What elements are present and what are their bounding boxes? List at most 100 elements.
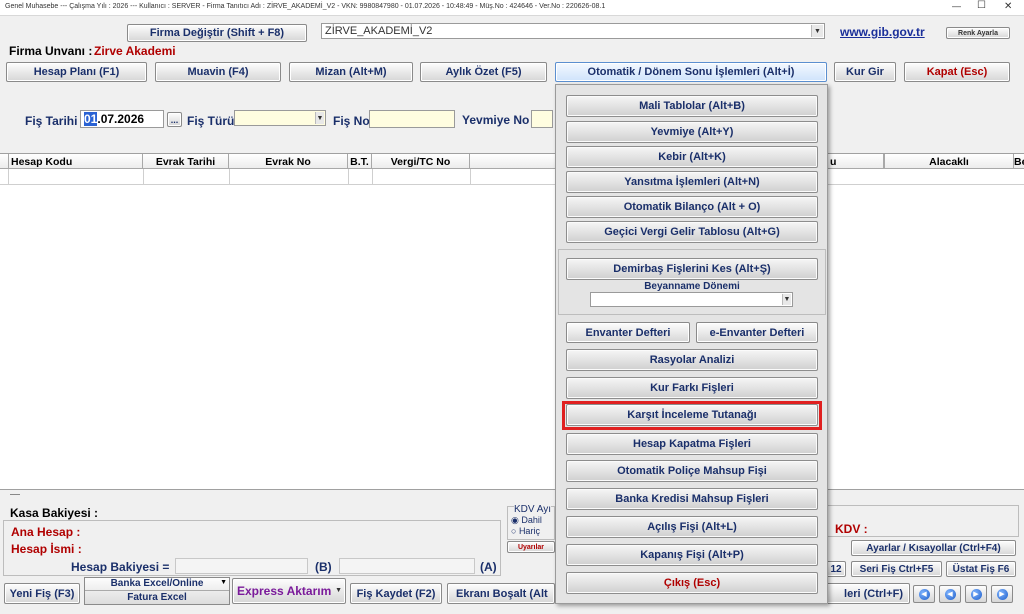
menu-yevmiye[interactable]: Yevmiye (Alt+Y) [566, 121, 818, 143]
menu-yansitma-islemleri[interactable]: Yansıtma İşlemleri (Alt+N) [566, 171, 818, 193]
nav-first-icon: ◀ [918, 588, 930, 600]
f12-partial-button[interactable]: 12 [826, 561, 846, 577]
hesap-bakiyesi-b-field [175, 558, 308, 574]
date-picker-button[interactable]: ... [167, 112, 182, 127]
menu-kur-farki-fisleri[interactable]: Kur Farkı Fişleri [566, 377, 818, 399]
renk-ayarla-button[interactable]: Renk Ayarla [946, 27, 1010, 39]
col-header-bt[interactable]: B.T. [348, 154, 372, 169]
maximize-icon[interactable]: ☐ [977, 0, 986, 11]
a-label: (A) [480, 560, 497, 574]
fis-turu-label: Fiş Türü [187, 114, 235, 128]
ekrani-bosalt-button[interactable]: Ekranı Boşalt (Alt [447, 583, 555, 604]
kur-gir-button[interactable]: Kur Gir [834, 62, 896, 82]
uyarilar-button[interactable]: Uyarılar [507, 541, 555, 553]
fis-tarihi-input[interactable]: 01.07.2026 [80, 110, 164, 128]
menu-mali-tablolar[interactable]: Mali Tablolar (Alt+B) [566, 95, 818, 117]
menu-kapanis-fisi[interactable]: Kapanış Fişi (Alt+P) [566, 544, 818, 566]
fis-tarihi-rest: .07.2026 [97, 112, 145, 126]
fis-no-input[interactable] [369, 110, 455, 128]
menu-gecici-vergi[interactable]: Geçici Vergi Gelir Tablosu (Alt+G) [566, 221, 818, 243]
nav-prev-icon: ◀ [944, 588, 956, 600]
dahil-label: Dahil [521, 515, 542, 525]
menu-acilis-fisi[interactable]: Açılış Fişi (Alt+L) [566, 516, 818, 538]
express-aktarim-button[interactable]: Express Aktarım ▼ [232, 578, 346, 604]
chevron-down-icon: ▼ [315, 112, 324, 124]
fatura-excel-label[interactable]: Fatura Excel [85, 592, 229, 604]
fis-tarihi-selected: 01 [84, 112, 98, 126]
highlight-box [562, 401, 822, 430]
chevron-down-icon: ▼ [335, 587, 342, 594]
kdv-panel: KDV : [826, 505, 1019, 537]
banka-excel-label[interactable]: Banka Excel/Online [85, 578, 229, 591]
yevmiye-no-label: Yevmiye No [462, 113, 530, 127]
menu-hesap-kapatma-fisleri[interactable]: Hesap Kapatma Fişleri [566, 433, 818, 455]
kapat-button[interactable]: Kapat (Esc) [904, 62, 1010, 82]
ana-hesap-label: Ana Hesap : [11, 525, 81, 539]
firma-select-value: ZİRVE_AKADEMİ_V2 [325, 25, 433, 37]
fis-kaydet-button[interactable]: Fiş Kaydet (F2) [350, 583, 442, 604]
col-header-evrak-tarihi[interactable]: Evrak Tarihi [143, 154, 229, 169]
otomatik-donem-sonu-button[interactable]: Otomatik / Dönem Sonu İşlemleri (Alt+İ) [555, 62, 827, 82]
yeni-fis-button[interactable]: Yeni Fiş (F3) [4, 583, 80, 604]
menu-e-envanter-defteri[interactable]: e-Envanter Defteri [696, 322, 818, 343]
grid-first-row[interactable] [0, 169, 1024, 185]
col-header-borclu-partial[interactable]: u [826, 154, 884, 169]
kasa-bakiyesi-label: Kasa Bakiyesi : [10, 506, 99, 520]
menu-otomatik-bilanco[interactable]: Otomatik Bilanço (Alt + O) [566, 196, 818, 218]
firma-select[interactable]: ZİRVE_AKADEMİ_V2 ▼ [321, 23, 825, 39]
menu-rasyolar-analizi[interactable]: Rasyolar Analizi [566, 349, 818, 371]
col-header-vergi-tc-no[interactable]: Vergi/TC No [372, 154, 470, 169]
title-text: Genel Muhasebe --- Çalışma Yılı : 2026 -… [5, 3, 606, 10]
hesap-plani-button[interactable]: Hesap Planı (F1) [6, 62, 147, 82]
menu-otomatik-police-mahsup[interactable]: Otomatik Poliçe Mahsup Fişi [566, 460, 818, 482]
nav-next-icon: ▶ [970, 588, 982, 600]
fis-tarihi-label: Fiş Tarihi [25, 114, 78, 128]
fis-no-label: Fiş No [333, 114, 370, 128]
minimize-icon[interactable]: — [952, 1, 961, 11]
kdv-ayi-label: KDV Ayı [514, 504, 552, 515]
haric-radio[interactable]: ○ Hariç [511, 526, 540, 536]
first-record-button[interactable]: ◀ [913, 585, 935, 603]
prev-record-button[interactable]: ◀ [939, 585, 961, 603]
dahil-radio[interactable]: ◉ Dahil [511, 515, 542, 526]
ctrl-f-partial-button[interactable]: leri (Ctrl+F) [826, 583, 910, 604]
beyanname-donemi-label: Beyanname Dönemi [644, 281, 740, 292]
col-header-alacakli[interactable]: Alacaklı [884, 154, 1014, 169]
ayarlar-kisayollar-button[interactable]: Ayarlar / Kısayollar (Ctrl+F4) [851, 540, 1016, 556]
title-bar: Genel Muhasebe --- Çalışma Yılı : 2026 -… [0, 0, 1024, 16]
chevron-down-icon: ▼ [220, 579, 227, 586]
hesap-bakiyesi-label: Hesap Bakiyesi = [71, 560, 170, 574]
menu-kebir[interactable]: Kebir (Alt+K) [566, 146, 818, 168]
chevron-down-icon: ▼ [782, 294, 791, 305]
kdv-ayi-group: KDV Ayı ◉ Dahil ○ Hariç [507, 504, 555, 540]
b-label: (B) [315, 560, 332, 574]
chevron-down-icon: ▼ [811, 25, 823, 37]
mizan-button[interactable]: Mizan (Alt+M) [289, 62, 413, 82]
menu-banka-kredisi-mahsup[interactable]: Banka Kredisi Mahsup Fişleri [566, 488, 818, 510]
nav-last-icon: ▶ [996, 588, 1008, 600]
fis-grid[interactable] [0, 153, 1024, 490]
grid-splitter-icon[interactable] [10, 494, 20, 495]
gib-link[interactable]: www.gib.gov.tr [840, 25, 925, 39]
next-record-button[interactable]: ▶ [965, 585, 987, 603]
hesap-ismi-label: Hesap İsmi : [11, 542, 82, 556]
beyanname-donemi-select[interactable]: ▼ [590, 292, 793, 307]
muavin-button[interactable]: Muavin (F4) [155, 62, 281, 82]
last-record-button[interactable]: ▶ [991, 585, 1013, 603]
firma-unvani-value: Zirve Akademi [94, 44, 176, 58]
fis-turu-select[interactable]: ▼ [234, 110, 326, 126]
firma-degistir-button[interactable]: Firma Değiştir (Shift + F8) [127, 24, 307, 42]
haric-label: Hariç [518, 526, 540, 536]
menu-demirbas-fisleri[interactable]: Demirbaş Fişlerini Kes (Alt+Ş) [566, 258, 818, 280]
col-header-hesap-kodu[interactable]: Hesap Kodu [8, 154, 143, 169]
seri-fis-button[interactable]: Seri Fiş Ctrl+F5 [851, 561, 942, 577]
aylik-ozet-button[interactable]: Aylık Özet (F5) [420, 62, 547, 82]
ustat-fis-button[interactable]: Üstat Fiş F6 [946, 561, 1016, 577]
menu-envanter-defteri[interactable]: Envanter Defteri [566, 322, 690, 343]
menu-cikis[interactable]: Çıkış (Esc) [566, 572, 818, 594]
banka-fatura-excel-combo[interactable]: Banka Excel/Online ▼ Fatura Excel [84, 577, 230, 605]
col-header-be-partial[interactable]: Be [1014, 154, 1024, 169]
col-header-evrak-no[interactable]: Evrak No [229, 154, 348, 169]
close-icon[interactable]: ✕ [1004, 1, 1012, 12]
yevmiye-no-input[interactable] [531, 110, 553, 128]
